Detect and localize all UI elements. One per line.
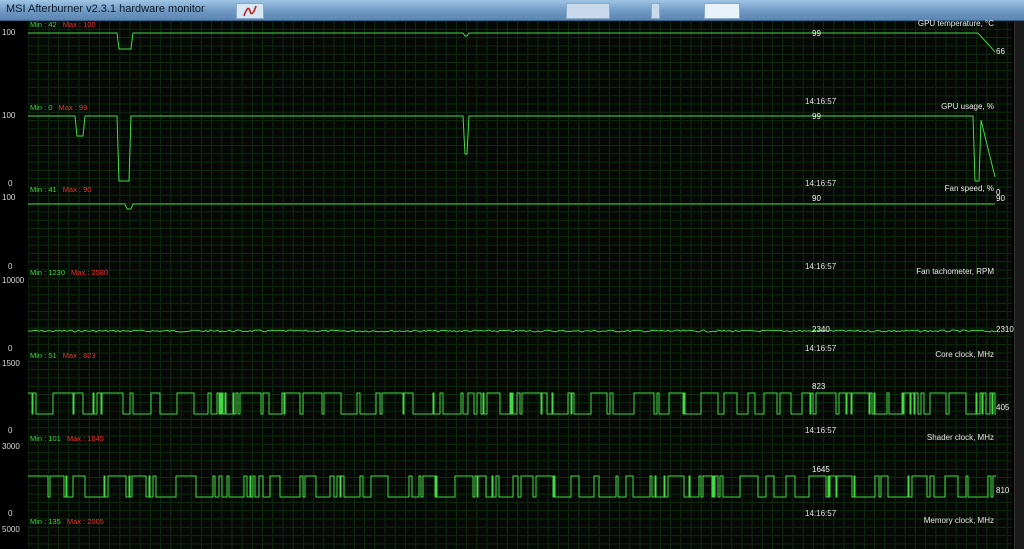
panel-title: Core clock, MHz	[935, 350, 994, 359]
y-axis-top-label: 100	[2, 111, 16, 120]
min-value: Min : 41	[30, 185, 57, 194]
max-value: Max : 100	[62, 20, 96, 29]
current-value-label: 405	[996, 403, 1010, 412]
current-value-label: 810	[996, 486, 1010, 495]
max-value: Max : 99	[58, 103, 88, 112]
max-value: Max : 1645	[66, 434, 104, 443]
panel-title: Memory clock, MHz	[923, 516, 994, 525]
y-axis-bottom-label: 0	[8, 426, 13, 435]
y-axis-top-label: 1500	[2, 359, 20, 368]
timestamp-label: 14:16:57	[805, 344, 837, 353]
max-value: Max : 2005	[66, 517, 104, 526]
grid-lines	[28, 21, 1012, 549]
min-value: Min : 0	[30, 103, 53, 112]
current-value-label: 2310	[996, 325, 1014, 334]
title-bar[interactable]: MSI Afterburner v2.3.1 hardware monitor	[0, 0, 1024, 21]
max-value: Max : 90	[62, 185, 92, 194]
timestamp-label: 14:16:57	[805, 262, 837, 271]
timestamp-label: 14:16:57	[805, 426, 837, 435]
fan-tach-series	[28, 329, 997, 333]
min-max-stats: Min : 42 Max : 100	[30, 20, 96, 29]
panel-title: GPU usage, %	[941, 102, 994, 111]
max-value: Max : 823	[62, 351, 96, 360]
y-axis-top-label: 5000	[2, 525, 20, 534]
timestamp-label: 14:16:57	[805, 179, 837, 188]
marker-value-label: 1645	[812, 465, 830, 474]
min-max-stats: Min : 101 Max : 1645	[30, 434, 104, 443]
y-axis-top-label: 100	[2, 193, 16, 202]
marker-value-label: 99	[812, 112, 821, 121]
marker-value-label: 2340	[812, 325, 830, 334]
min-max-stats: Min : 1230 Max : 2580	[30, 268, 108, 277]
graph-canvas	[28, 21, 1012, 549]
fan-speed-series	[28, 203, 995, 210]
gpu-usage-series	[28, 115, 996, 182]
monitor-graph-area[interactable]	[28, 21, 1012, 549]
max-value: Max : 2580	[71, 268, 109, 277]
marker-value-label: 90	[812, 194, 821, 203]
vertical-scrollbar[interactable]	[1014, 21, 1024, 549]
min-max-stats: Min : 0 Max : 99	[30, 103, 87, 112]
panel-title: Fan tachometer, RPM	[916, 267, 994, 276]
background-window-fragment	[566, 3, 610, 19]
marker-value-label: 99	[812, 29, 821, 38]
background-window-tab	[704, 3, 740, 19]
min-value: Min : 1230	[30, 268, 66, 277]
timestamp-label: 14:16:57	[805, 509, 837, 518]
y-axis-bottom-label: 0	[8, 262, 13, 271]
min-value: Min : 42	[30, 20, 57, 29]
min-max-stats: Min : 51 Max : 823	[30, 351, 96, 360]
y-axis-top-label: 3000	[2, 442, 20, 451]
min-max-stats: Min : 41 Max : 90	[30, 185, 91, 194]
y-axis-bottom-label: 0	[8, 509, 13, 518]
marker-value-label: 823	[812, 382, 826, 391]
min-value: Min : 135	[30, 517, 61, 526]
pdf-document-icon	[236, 3, 264, 19]
background-window-fragment-small	[651, 3, 660, 19]
panel-title: Shader clock, MHz	[926, 433, 994, 442]
panel-title: Fan speed, %	[944, 184, 994, 193]
window-title: MSI Afterburner v2.3.1 hardware monitor	[6, 3, 205, 15]
gpu-temp-series	[28, 32, 996, 53]
y-axis-top-label: 10000	[2, 276, 25, 285]
current-value-label: 90	[996, 194, 1005, 203]
min-max-stats: Min : 135 Max : 2005	[30, 517, 104, 526]
current-value-label: 66	[996, 47, 1005, 56]
min-value: Min : 51	[30, 351, 57, 360]
timestamp-label: 14:16:57	[805, 97, 837, 106]
min-value: Min : 101	[30, 434, 61, 443]
y-axis-top-label: 100	[2, 28, 16, 37]
y-axis-bottom-label: 0	[8, 344, 13, 353]
y-axis-bottom-label: 0	[8, 179, 13, 188]
panel-title: GPU temperature, °C	[917, 19, 994, 28]
